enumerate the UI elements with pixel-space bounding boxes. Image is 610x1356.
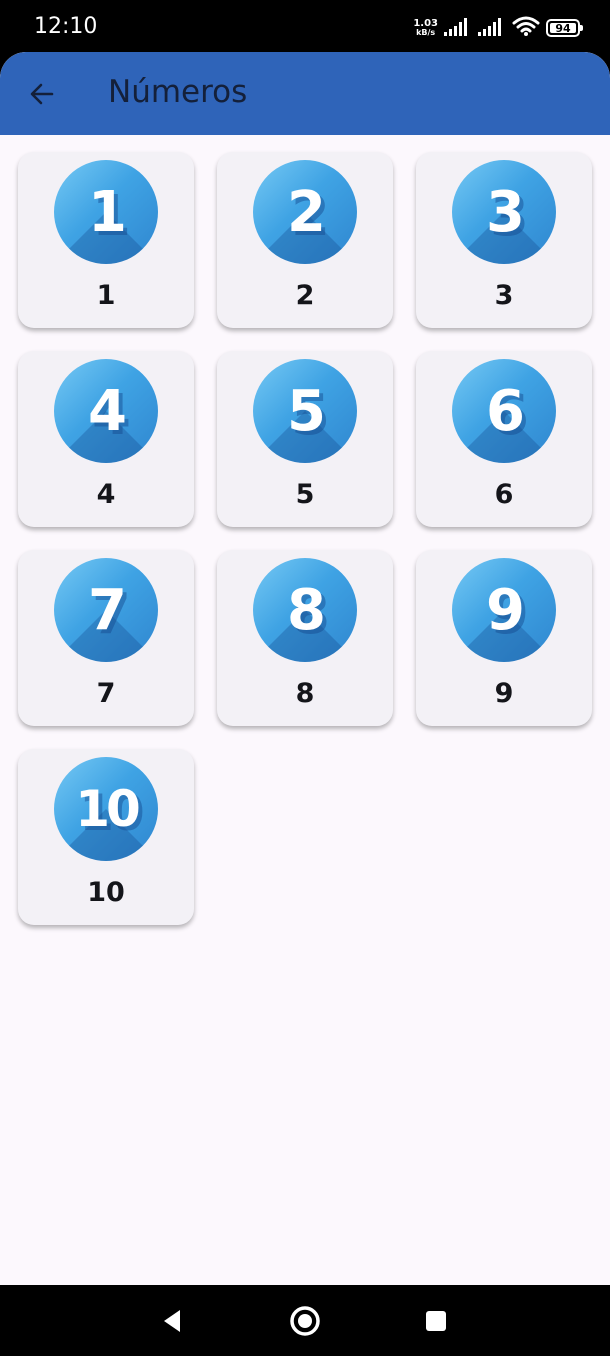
number-badge-icon: 8 bbox=[253, 558, 357, 662]
number-badge-icon: 5 bbox=[253, 359, 357, 463]
badge-number: 2 bbox=[287, 179, 326, 245]
badge-number: 8 bbox=[287, 577, 326, 643]
system-home-button[interactable] bbox=[287, 1303, 323, 1339]
card-label: 6 bbox=[494, 479, 514, 510]
system-back-button[interactable] bbox=[154, 1303, 190, 1339]
system-nav-bar bbox=[0, 1285, 610, 1356]
wifi-icon bbox=[512, 15, 540, 42]
number-badge-icon: 7 bbox=[54, 558, 158, 662]
card-label: 4 bbox=[96, 479, 116, 510]
numbers-grid: 1 1 2 2 3 3 4 4 5 5 6 6 7 7 8 8 9 9 10 1… bbox=[18, 152, 593, 925]
back-button[interactable] bbox=[18, 72, 66, 116]
network-speed: 1.03 kB/s bbox=[413, 18, 438, 38]
network-speed-value: 1.03 bbox=[413, 18, 438, 29]
square-recents-icon bbox=[426, 1311, 446, 1331]
battery-level: 94 bbox=[555, 21, 571, 35]
number-badge-icon: 3 bbox=[452, 160, 556, 264]
badge-number: 6 bbox=[486, 378, 525, 444]
badge-number: 5 bbox=[287, 378, 326, 444]
number-badge-icon: 6 bbox=[452, 359, 556, 463]
card-label: 9 bbox=[494, 678, 514, 709]
badge-number: 9 bbox=[486, 577, 525, 643]
number-card-10[interactable]: 10 10 bbox=[18, 749, 194, 925]
system-recents-button[interactable] bbox=[418, 1303, 454, 1339]
badge-number: 3 bbox=[486, 179, 525, 245]
triangle-back-icon bbox=[164, 1310, 180, 1332]
app-screen: Números 1 1 2 2 3 3 4 4 5 5 6 6 7 7 8 8 … bbox=[0, 52, 610, 1285]
number-card-3[interactable]: 3 3 bbox=[416, 152, 592, 328]
card-label: 10 bbox=[87, 877, 125, 908]
status-icons: 1.03 kB/s 94 bbox=[413, 15, 583, 42]
signal-icon bbox=[444, 16, 472, 41]
card-label: 2 bbox=[295, 280, 315, 311]
badge-number: 1 bbox=[88, 179, 127, 245]
number-badge-icon: 1 bbox=[54, 160, 158, 264]
status-bar: 12:10 1.03 kB/s 94 bbox=[0, 0, 610, 52]
circle-home-icon bbox=[290, 1306, 320, 1336]
number-card-2[interactable]: 2 2 bbox=[217, 152, 393, 328]
signal-icon bbox=[478, 16, 506, 41]
app-bar: Números bbox=[0, 52, 610, 135]
number-card-7[interactable]: 7 7 bbox=[18, 550, 194, 726]
number-badge-icon: 4 bbox=[54, 359, 158, 463]
number-badge-icon: 10 bbox=[54, 757, 158, 861]
number-card-1[interactable]: 1 1 bbox=[18, 152, 194, 328]
number-card-8[interactable]: 8 8 bbox=[217, 550, 393, 726]
page-title: Números bbox=[108, 74, 248, 110]
number-badge-icon: 2 bbox=[253, 160, 357, 264]
arrow-left-icon bbox=[30, 83, 54, 105]
battery-icon: 94 bbox=[546, 19, 583, 37]
network-speed-unit: kB/s bbox=[416, 28, 436, 37]
status-time: 12:10 bbox=[34, 14, 98, 39]
number-card-5[interactable]: 5 5 bbox=[217, 351, 393, 527]
number-card-4[interactable]: 4 4 bbox=[18, 351, 194, 527]
card-label: 3 bbox=[494, 280, 514, 311]
card-label: 7 bbox=[96, 678, 116, 709]
card-label: 8 bbox=[295, 678, 315, 709]
card-label: 1 bbox=[96, 280, 116, 311]
badge-number: 7 bbox=[88, 577, 127, 643]
badge-number: 4 bbox=[88, 378, 127, 444]
badge-number: 10 bbox=[75, 780, 141, 838]
number-card-6[interactable]: 6 6 bbox=[416, 351, 592, 527]
number-card-9[interactable]: 9 9 bbox=[416, 550, 592, 726]
number-badge-icon: 9 bbox=[452, 558, 556, 662]
card-label: 5 bbox=[295, 479, 315, 510]
